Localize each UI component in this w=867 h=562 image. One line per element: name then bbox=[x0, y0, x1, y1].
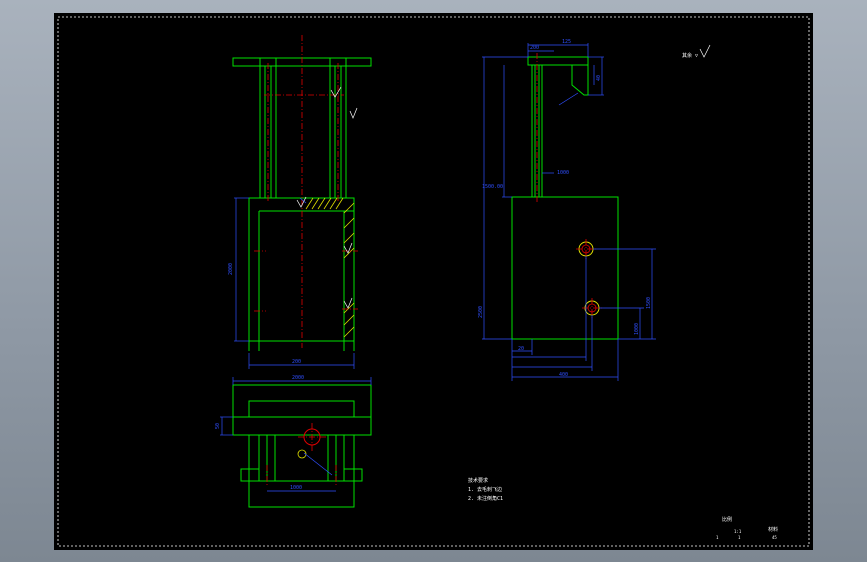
dim-side-offset: 1500.00 bbox=[482, 184, 503, 190]
dim-side-small: 40 bbox=[596, 75, 602, 81]
notes-title: 技术要求 bbox=[468, 477, 488, 484]
drawing-sheet: 2000 200 2000 50 1000 2500 1500.00 1000 … bbox=[54, 13, 813, 550]
dim-side-base: 20 bbox=[518, 346, 524, 352]
dim-front-width: 200 bbox=[292, 359, 301, 365]
dim-top-inner: 1000 bbox=[290, 485, 302, 491]
top-dimensions bbox=[220, 377, 372, 492]
dim-side-hole2: 1500 bbox=[646, 297, 652, 309]
sheet-border bbox=[57, 16, 810, 547]
title-block: 比例 材料 1:1 1 1 45 bbox=[716, 516, 778, 540]
technical-notes: 技术要求 1. 去毛刺飞边 2. 未注倒角C1 bbox=[468, 477, 503, 502]
front-dimensions bbox=[234, 197, 355, 369]
roughness-symbol: 其余 ▽ bbox=[682, 44, 711, 59]
title-cell-3: 1 bbox=[738, 535, 741, 540]
top-centerlines bbox=[266, 423, 337, 485]
top-cap bbox=[248, 400, 355, 418]
top-right-tab bbox=[343, 468, 363, 482]
front-centerlines bbox=[254, 35, 358, 348]
dim-side-top: 200 bbox=[530, 45, 539, 51]
side-view bbox=[511, 56, 619, 340]
side-centerlines bbox=[536, 53, 602, 318]
cad-drawing: 2000 200 2000 50 1000 2500 1500.00 1000 … bbox=[57, 16, 810, 547]
title-cell-2: 1 bbox=[716, 535, 719, 540]
notes-line-1: 1. 去毛刺飞边 bbox=[468, 486, 502, 493]
dim-top-width: 2000 bbox=[292, 375, 304, 381]
top-left-tab bbox=[240, 468, 260, 482]
dim-top-height: 50 bbox=[215, 423, 221, 429]
top-outer-band bbox=[232, 384, 372, 436]
dim-side-shaft: 1000 bbox=[557, 170, 569, 176]
front-lower-body bbox=[248, 197, 355, 342]
roughness-label: 其余 ▽ bbox=[682, 52, 698, 59]
dim-side-height: 2500 bbox=[478, 306, 484, 318]
dim-side-width: 400 bbox=[559, 372, 568, 378]
dim-side-head: 125 bbox=[562, 39, 571, 45]
title-cell-1: 1:1 bbox=[734, 529, 742, 534]
notes-line-2: 2. 未注倒角C1 bbox=[468, 495, 503, 502]
side-dimensions bbox=[482, 43, 656, 381]
top-lower-body bbox=[248, 434, 355, 508]
front-hatch bbox=[305, 197, 355, 338]
title-label-a: 比例 bbox=[722, 516, 732, 523]
side-body bbox=[511, 196, 619, 340]
dim-front-height: 2000 bbox=[228, 263, 234, 275]
title-label-b: 材料 bbox=[768, 526, 778, 533]
dim-side-hole1: 1000 bbox=[634, 323, 640, 335]
title-cell-4: 45 bbox=[772, 535, 777, 540]
